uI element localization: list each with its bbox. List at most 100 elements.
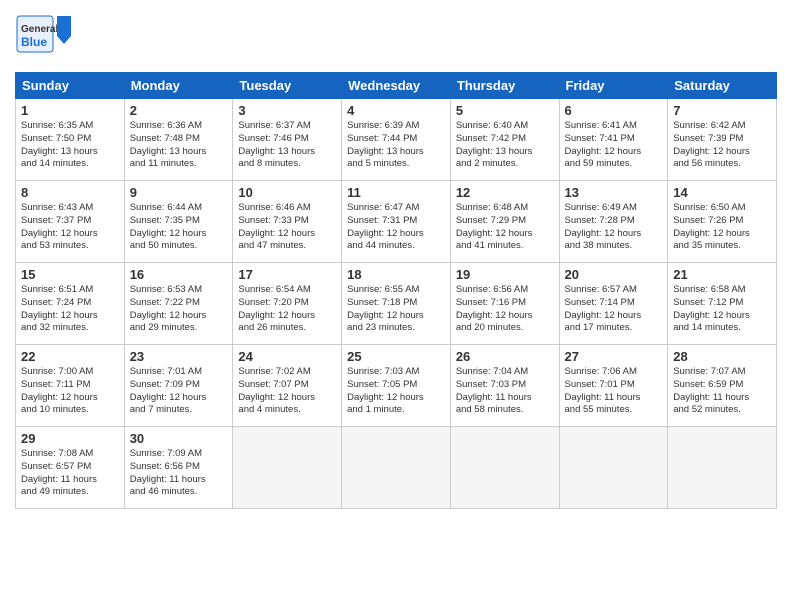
calendar-cell: 15 Sunrise: 6:51 AM Sunset: 7:24 PM Dayli… [16, 263, 125, 345]
day-number: 25 [347, 349, 445, 364]
cell-info: Sunrise: 6:44 AM Sunset: 7:35 PM Dayligh… [130, 202, 228, 253]
calendar-cell [668, 427, 777, 509]
calendar-cell [342, 427, 451, 509]
cell-info: Sunrise: 6:46 AM Sunset: 7:33 PM Dayligh… [238, 202, 336, 253]
cell-info: Sunrise: 7:02 AM Sunset: 7:07 PM Dayligh… [238, 366, 336, 417]
svg-text:General: General [21, 24, 58, 35]
calendar-cell: 11Sunrise: 6:47 AM Sunset: 7:31 PM Dayli… [342, 181, 451, 263]
cell-info: Sunrise: 6:37 AM Sunset: 7:46 PM Dayligh… [238, 120, 336, 171]
day-number: 1 [21, 103, 119, 118]
cell-info: Sunrise: 6:35 AM Sunset: 7:50 PM Dayligh… [21, 120, 119, 171]
cell-info: Sunrise: 6:51 AM Sunset: 7:24 PM Dayligh… [21, 284, 119, 335]
day-number: 21 [673, 267, 771, 282]
cell-info: Sunrise: 6:53 AM Sunset: 7:22 PM Dayligh… [130, 284, 228, 335]
calendar-table: SundayMondayTuesdayWednesdayThursdayFrid… [15, 72, 777, 509]
weekday-header-monday: Monday [124, 73, 233, 99]
svg-text:Blue: Blue [21, 35, 47, 49]
cell-info: Sunrise: 7:03 AM Sunset: 7:05 PM Dayligh… [347, 366, 445, 417]
day-number: 16 [130, 267, 228, 282]
day-number: 30 [130, 431, 228, 446]
day-number: 20 [565, 267, 663, 282]
weekday-header-friday: Friday [559, 73, 668, 99]
calendar-cell: 4 Sunrise: 6:39 AM Sunset: 7:44 PM Daylig… [342, 99, 451, 181]
calendar-cell: 29Sunrise: 7:08 AM Sunset: 6:57 PM Dayli… [16, 427, 125, 509]
calendar-cell: 30 Sunrise: 7:09 AM Sunset: 6:56 PM Dayli… [124, 427, 233, 509]
day-number: 27 [565, 349, 663, 364]
calendar-cell: 22 Sunrise: 7:00 AM Sunset: 7:11 PM Dayli… [16, 345, 125, 427]
logo: General Blue [15, 14, 95, 64]
header: General Blue [15, 10, 777, 64]
day-number: 15 [21, 267, 119, 282]
calendar-cell: 25 Sunrise: 7:03 AM Sunset: 7:05 PM Dayli… [342, 345, 451, 427]
calendar-cell: 5Sunrise: 6:40 AM Sunset: 7:42 PM Daylig… [450, 99, 559, 181]
calendar-week-0: 1 Sunrise: 6:35 AM Sunset: 7:50 PM Daylig… [16, 99, 777, 181]
day-number: 9 [130, 185, 228, 200]
day-number: 12 [456, 185, 554, 200]
calendar-cell: 20 Sunrise: 6:57 AM Sunset: 7:14 PM Dayli… [559, 263, 668, 345]
calendar-cell: 24 Sunrise: 7:02 AM Sunset: 7:07 PM Dayli… [233, 345, 342, 427]
day-number: 8 [21, 185, 119, 200]
cell-info: Sunrise: 6:50 AM Sunset: 7:26 PM Dayligh… [673, 202, 771, 253]
day-number: 10 [238, 185, 336, 200]
calendar-cell: 14Sunrise: 6:50 AM Sunset: 7:26 PM Dayli… [668, 181, 777, 263]
calendar-cell: 6 Sunrise: 6:41 AM Sunset: 7:41 PM Daylig… [559, 99, 668, 181]
cell-info: Sunrise: 6:58 AM Sunset: 7:12 PM Dayligh… [673, 284, 771, 335]
cell-info: Sunrise: 6:36 AM Sunset: 7:48 PM Dayligh… [130, 120, 228, 171]
cell-info: Sunrise: 6:39 AM Sunset: 7:44 PM Dayligh… [347, 120, 445, 171]
cell-info: Sunrise: 7:09 AM Sunset: 6:56 PM Dayligh… [130, 448, 228, 499]
cell-info: Sunrise: 6:42 AM Sunset: 7:39 PM Dayligh… [673, 120, 771, 171]
logo-svg: General Blue [15, 14, 95, 64]
day-number: 19 [456, 267, 554, 282]
weekday-header-row: SundayMondayTuesdayWednesdayThursdayFrid… [16, 73, 777, 99]
day-number: 18 [347, 267, 445, 282]
calendar-cell: 2Sunrise: 6:36 AM Sunset: 7:48 PM Daylig… [124, 99, 233, 181]
calendar-cell: 26 Sunrise: 7:04 AM Sunset: 7:03 PM Dayli… [450, 345, 559, 427]
calendar-cell: 1 Sunrise: 6:35 AM Sunset: 7:50 PM Daylig… [16, 99, 125, 181]
calendar-cell: 9 Sunrise: 6:44 AM Sunset: 7:35 PM Daylig… [124, 181, 233, 263]
day-number: 7 [673, 103, 771, 118]
day-number: 26 [456, 349, 554, 364]
calendar-cell: 3 Sunrise: 6:37 AM Sunset: 7:46 PM Daylig… [233, 99, 342, 181]
cell-info: Sunrise: 7:00 AM Sunset: 7:11 PM Dayligh… [21, 366, 119, 417]
cell-info: Sunrise: 6:54 AM Sunset: 7:20 PM Dayligh… [238, 284, 336, 335]
day-number: 5 [456, 103, 554, 118]
day-number: 3 [238, 103, 336, 118]
day-number: 23 [130, 349, 228, 364]
day-number: 28 [673, 349, 771, 364]
calendar-cell: 18 Sunrise: 6:55 AM Sunset: 7:18 PM Dayli… [342, 263, 451, 345]
cell-info: Sunrise: 7:07 AM Sunset: 6:59 PM Dayligh… [673, 366, 771, 417]
calendar-cell: 12 Sunrise: 6:48 AM Sunset: 7:29 PM Dayli… [450, 181, 559, 263]
day-number: 11 [347, 185, 445, 200]
cell-info: Sunrise: 7:01 AM Sunset: 7:09 PM Dayligh… [130, 366, 228, 417]
calendar-cell: 19 Sunrise: 6:56 AM Sunset: 7:16 PM Dayli… [450, 263, 559, 345]
cell-info: Sunrise: 7:08 AM Sunset: 6:57 PM Dayligh… [21, 448, 119, 499]
weekday-header-sunday: Sunday [16, 73, 125, 99]
day-number: 6 [565, 103, 663, 118]
cell-info: Sunrise: 6:41 AM Sunset: 7:41 PM Dayligh… [565, 120, 663, 171]
calendar-cell: 28 Sunrise: 7:07 AM Sunset: 6:59 PM Dayli… [668, 345, 777, 427]
calendar-cell [233, 427, 342, 509]
cell-info: Sunrise: 6:55 AM Sunset: 7:18 PM Dayligh… [347, 284, 445, 335]
cell-info: Sunrise: 6:43 AM Sunset: 7:37 PM Dayligh… [21, 202, 119, 253]
day-number: 17 [238, 267, 336, 282]
cell-info: Sunrise: 7:06 AM Sunset: 7:01 PM Dayligh… [565, 366, 663, 417]
weekday-header-thursday: Thursday [450, 73, 559, 99]
cell-info: Sunrise: 6:56 AM Sunset: 7:16 PM Dayligh… [456, 284, 554, 335]
day-number: 24 [238, 349, 336, 364]
cell-info: Sunrise: 6:49 AM Sunset: 7:28 PM Dayligh… [565, 202, 663, 253]
weekday-header-saturday: Saturday [668, 73, 777, 99]
calendar-week-4: 29Sunrise: 7:08 AM Sunset: 6:57 PM Dayli… [16, 427, 777, 509]
cell-info: Sunrise: 6:57 AM Sunset: 7:14 PM Dayligh… [565, 284, 663, 335]
calendar-week-1: 8 Sunrise: 6:43 AM Sunset: 7:37 PM Daylig… [16, 181, 777, 263]
calendar-cell: 8 Sunrise: 6:43 AM Sunset: 7:37 PM Daylig… [16, 181, 125, 263]
cell-info: Sunrise: 6:48 AM Sunset: 7:29 PM Dayligh… [456, 202, 554, 253]
calendar-cell: 27 Sunrise: 7:06 AM Sunset: 7:01 PM Dayli… [559, 345, 668, 427]
calendar-cell: 10 Sunrise: 6:46 AM Sunset: 7:33 PM Dayli… [233, 181, 342, 263]
cell-info: Sunrise: 7:04 AM Sunset: 7:03 PM Dayligh… [456, 366, 554, 417]
day-number: 4 [347, 103, 445, 118]
calendar-cell: 17 Sunrise: 6:54 AM Sunset: 7:20 PM Dayli… [233, 263, 342, 345]
day-number: 22 [21, 349, 119, 364]
weekday-header-tuesday: Tuesday [233, 73, 342, 99]
calendar-week-2: 15 Sunrise: 6:51 AM Sunset: 7:24 PM Dayli… [16, 263, 777, 345]
calendar-cell [559, 427, 668, 509]
